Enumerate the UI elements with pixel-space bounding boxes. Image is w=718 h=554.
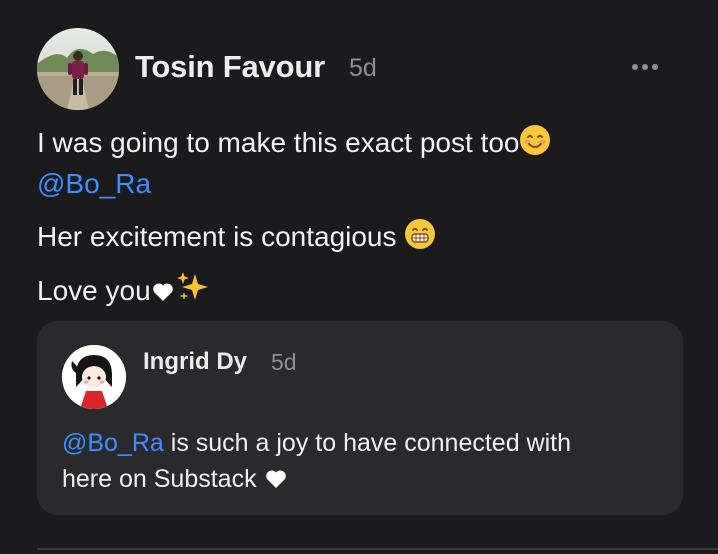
mention-link[interactable]: @Bo_Ra (37, 168, 151, 199)
quoted-text: @Bo_Ra is such a joy to have connected w… (62, 425, 662, 501)
more-dot (632, 64, 638, 70)
post-timestamp: 5d (349, 54, 377, 82)
quoted-text-part: is such a joy to have connected with (163, 429, 572, 457)
author-avatar[interactable] (37, 28, 119, 110)
more-dot (652, 64, 658, 70)
quoted-author-avatar[interactable] (62, 345, 126, 409)
more-dot (642, 64, 648, 70)
post-text-line: Love you (37, 270, 211, 313)
smiling-face-icon (519, 124, 551, 165)
author-name[interactable]: Tosin Favour (135, 49, 325, 85)
comment-post: Tosin Favour 5d I was going to make this… (0, 0, 718, 554)
grinning-face-icon (404, 218, 436, 259)
post-text-line: @Bo_Ra (37, 166, 151, 202)
quoted-timestamp: 5d (271, 349, 297, 375)
quoted-text-part: here on Substack (62, 465, 264, 493)
quoted-comment-card[interactable]: Ingrid Dy 5d @Bo_Ra is such a joy to hav… (37, 321, 683, 515)
post-text: I was going to make this exact post too (37, 127, 520, 158)
more-horizontal-icon[interactable] (624, 52, 666, 82)
quoted-author-name[interactable]: Ingrid Dy (143, 347, 247, 377)
post-text: Her excitement is contagious (37, 221, 405, 252)
mention-link[interactable]: @Bo_Ra (62, 429, 164, 457)
post-text: Love you (37, 275, 151, 306)
white-heart-icon (151, 277, 175, 313)
post-text-line: Her excitement is contagious (37, 218, 436, 259)
white-heart-icon (264, 465, 288, 501)
sparkles-icon (175, 270, 211, 313)
post-text-line: I was going to make this exact post too (37, 124, 551, 165)
bottom-divider (37, 548, 718, 550)
